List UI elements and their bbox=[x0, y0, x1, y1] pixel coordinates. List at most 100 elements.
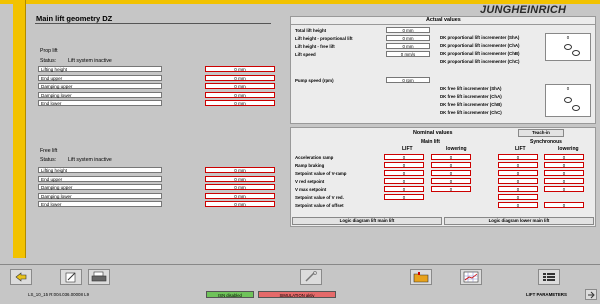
printer-icon bbox=[91, 271, 107, 282]
prop-incrementer-indicator-2 bbox=[572, 50, 580, 56]
page-title: Main lift geometry DZ bbox=[36, 14, 113, 23]
arrow-right-icon bbox=[588, 291, 595, 298]
free-lift-heading: Free lift bbox=[40, 148, 58, 154]
main-lift-heading: Main lift bbox=[421, 139, 440, 145]
nominal-value-field[interactable]: 0 bbox=[431, 186, 471, 192]
nominal-value-field[interactable]: 0 bbox=[498, 194, 538, 200]
wrench-icon bbox=[305, 271, 317, 282]
free-lift-row-value: 0 mm bbox=[205, 175, 275, 182]
actual-value-field: 0 mm bbox=[386, 43, 430, 49]
free-incrementer-indicator-1 bbox=[564, 97, 572, 103]
prop-lift-row-label: Lifting height bbox=[38, 66, 162, 72]
free-lift-row-value: 0 mm bbox=[205, 201, 275, 207]
nominal-value-field[interactable]: 0 bbox=[498, 162, 538, 168]
free-incrementer-value: 0 bbox=[566, 86, 570, 91]
nominal-value-field[interactable]: 0 bbox=[498, 202, 538, 208]
free-incrementer-label: DK free lift incrementer (ChC) bbox=[440, 110, 502, 115]
nominal-value-field[interactable]: 0 bbox=[384, 194, 424, 200]
nominal-row-label: Setpoint value of V-ramp bbox=[295, 171, 347, 176]
nominal-value-field[interactable]: 0 bbox=[544, 202, 584, 208]
version-text: LS_10_15 R:004.036.00008 L9 bbox=[28, 292, 90, 297]
nominal-value-field[interactable]: 0 bbox=[431, 154, 471, 160]
prop-lift-row-value: 0 mm bbox=[205, 91, 275, 98]
nominal-value-field[interactable]: 0 bbox=[384, 178, 424, 184]
prop-lift-row-label: End lower bbox=[38, 100, 162, 106]
actual-title-divider bbox=[291, 24, 595, 25]
nominal-value-field[interactable]: 0 bbox=[498, 170, 538, 176]
nominal-value-field[interactable]: 0 bbox=[431, 162, 471, 168]
next-button[interactable] bbox=[585, 289, 597, 300]
main-lift-column: LIFT bbox=[402, 146, 413, 152]
back-button[interactable] bbox=[10, 269, 32, 285]
prop-incrementer-label: DK proportional lift incrementer (ChC) bbox=[440, 59, 520, 64]
list-settings-icon bbox=[543, 273, 555, 281]
open-folder-button[interactable] bbox=[410, 269, 432, 285]
logic-diagram-lower-button[interactable]: Logic diagram lower main lift bbox=[444, 217, 594, 225]
title-divider bbox=[35, 23, 271, 24]
free-lift-status-label: Status: bbox=[40, 157, 57, 163]
tool-button[interactable] bbox=[300, 269, 322, 285]
sync-lift-column: LIFT bbox=[515, 146, 526, 152]
actual-value-field: 0 mm bbox=[386, 35, 430, 41]
nominal-value-field[interactable]: 0 bbox=[384, 186, 424, 192]
free-lift-row-value: 0 mm bbox=[205, 192, 275, 199]
free-incrementer-label: DK free lift incrementer (ChA) bbox=[440, 94, 502, 99]
nominal-value-field[interactable]: 0 bbox=[384, 170, 424, 176]
nominal-value-field[interactable]: 0 bbox=[431, 178, 471, 184]
nominal-row-label: V red setpoint bbox=[295, 179, 325, 184]
actual-value-label: Lift speed bbox=[295, 52, 316, 57]
prop-lift-row-value: 0 mm bbox=[205, 83, 275, 89]
free-lift-status-value: Lift system inactive bbox=[68, 157, 112, 163]
parameters-button[interactable] bbox=[538, 269, 560, 285]
nominal-value-field[interactable]: 0 bbox=[544, 186, 584, 192]
folder-icon bbox=[413, 272, 429, 283]
nominal-value-field[interactable]: 0 bbox=[544, 170, 584, 176]
nominal-value-field[interactable]: 0 bbox=[544, 162, 584, 168]
grid-chart-icon bbox=[463, 271, 479, 283]
prop-incrementer-label: DK proportional lift incrementer (ChB) bbox=[440, 51, 520, 56]
print-button[interactable] bbox=[88, 269, 110, 285]
nominal-row-label: Ramp braking bbox=[295, 163, 325, 168]
free-lift-row-label: Damping upper bbox=[38, 184, 162, 190]
nominal-value-field[interactable]: 0 bbox=[544, 178, 584, 184]
prop-lift-row-value: 0 mm bbox=[205, 66, 275, 72]
nominal-value-field[interactable]: 0 bbox=[498, 154, 538, 160]
synchronous-heading: Synchronous bbox=[530, 139, 562, 145]
free-lift-row-value: 0 mm bbox=[205, 184, 275, 190]
free-incrementer-indicator-2 bbox=[572, 105, 580, 111]
prop-lift-row-value: 0 mm bbox=[205, 100, 275, 106]
main-lowering-column: lowering bbox=[446, 146, 467, 152]
nominal-value-field[interactable]: 0 bbox=[384, 162, 424, 168]
nominal-value-field[interactable]: 0 bbox=[498, 178, 538, 184]
actual-value-field: 0 mm bbox=[386, 27, 430, 33]
actual-value-field: 0 mm/s bbox=[386, 51, 430, 57]
edit-document-icon bbox=[65, 272, 76, 283]
free-lift-row-label: End upper bbox=[38, 175, 162, 182]
nominal-value-field[interactable]: 0 bbox=[431, 170, 471, 176]
prop-incrementer-value: 0 bbox=[566, 35, 570, 40]
nominal-row-label: Setpoint value of offset bbox=[295, 203, 344, 208]
edit-button[interactable] bbox=[60, 269, 82, 285]
nominal-value-field[interactable]: 0 bbox=[544, 154, 584, 160]
prop-lift-status-value: Lift system inactive bbox=[68, 58, 112, 64]
back-arrow-icon bbox=[15, 272, 27, 282]
free-incrementer-label: DK free lift incrementer (ChB) bbox=[440, 102, 502, 107]
prop-incrementer-label: DK proportional lift incrementer (ShA) bbox=[440, 35, 520, 40]
logic-diagram-lift-button[interactable]: Logic diagram lift main lift bbox=[292, 217, 442, 225]
left-accent-bar bbox=[13, 0, 26, 258]
nominal-value-field[interactable]: 0 bbox=[498, 186, 538, 192]
nominal-value-field[interactable]: 0 bbox=[384, 154, 424, 160]
chart-button[interactable] bbox=[460, 269, 482, 285]
prop-incrementer-label: DK proportional lift incrementer (ChA) bbox=[440, 43, 520, 48]
actual-value-label: Total lift height bbox=[295, 28, 327, 33]
nominal-row-label: V max setpoint bbox=[295, 187, 327, 192]
free-incrementer-box: 0 bbox=[545, 84, 591, 117]
actual-values-title: Actual values bbox=[426, 17, 461, 23]
simulation-status-pill: SIMULATION aktiv bbox=[258, 291, 336, 298]
nominal-values-title: Nominal values bbox=[413, 130, 453, 136]
prop-lift-status-label: Status: bbox=[40, 58, 57, 64]
nominal-row-label: Setpoint value of V red. bbox=[295, 195, 344, 200]
toolbar-divider bbox=[0, 264, 600, 265]
teach-in-button[interactable]: Teach-in bbox=[518, 129, 564, 137]
prop-incrementer-box: 0 bbox=[545, 33, 591, 61]
